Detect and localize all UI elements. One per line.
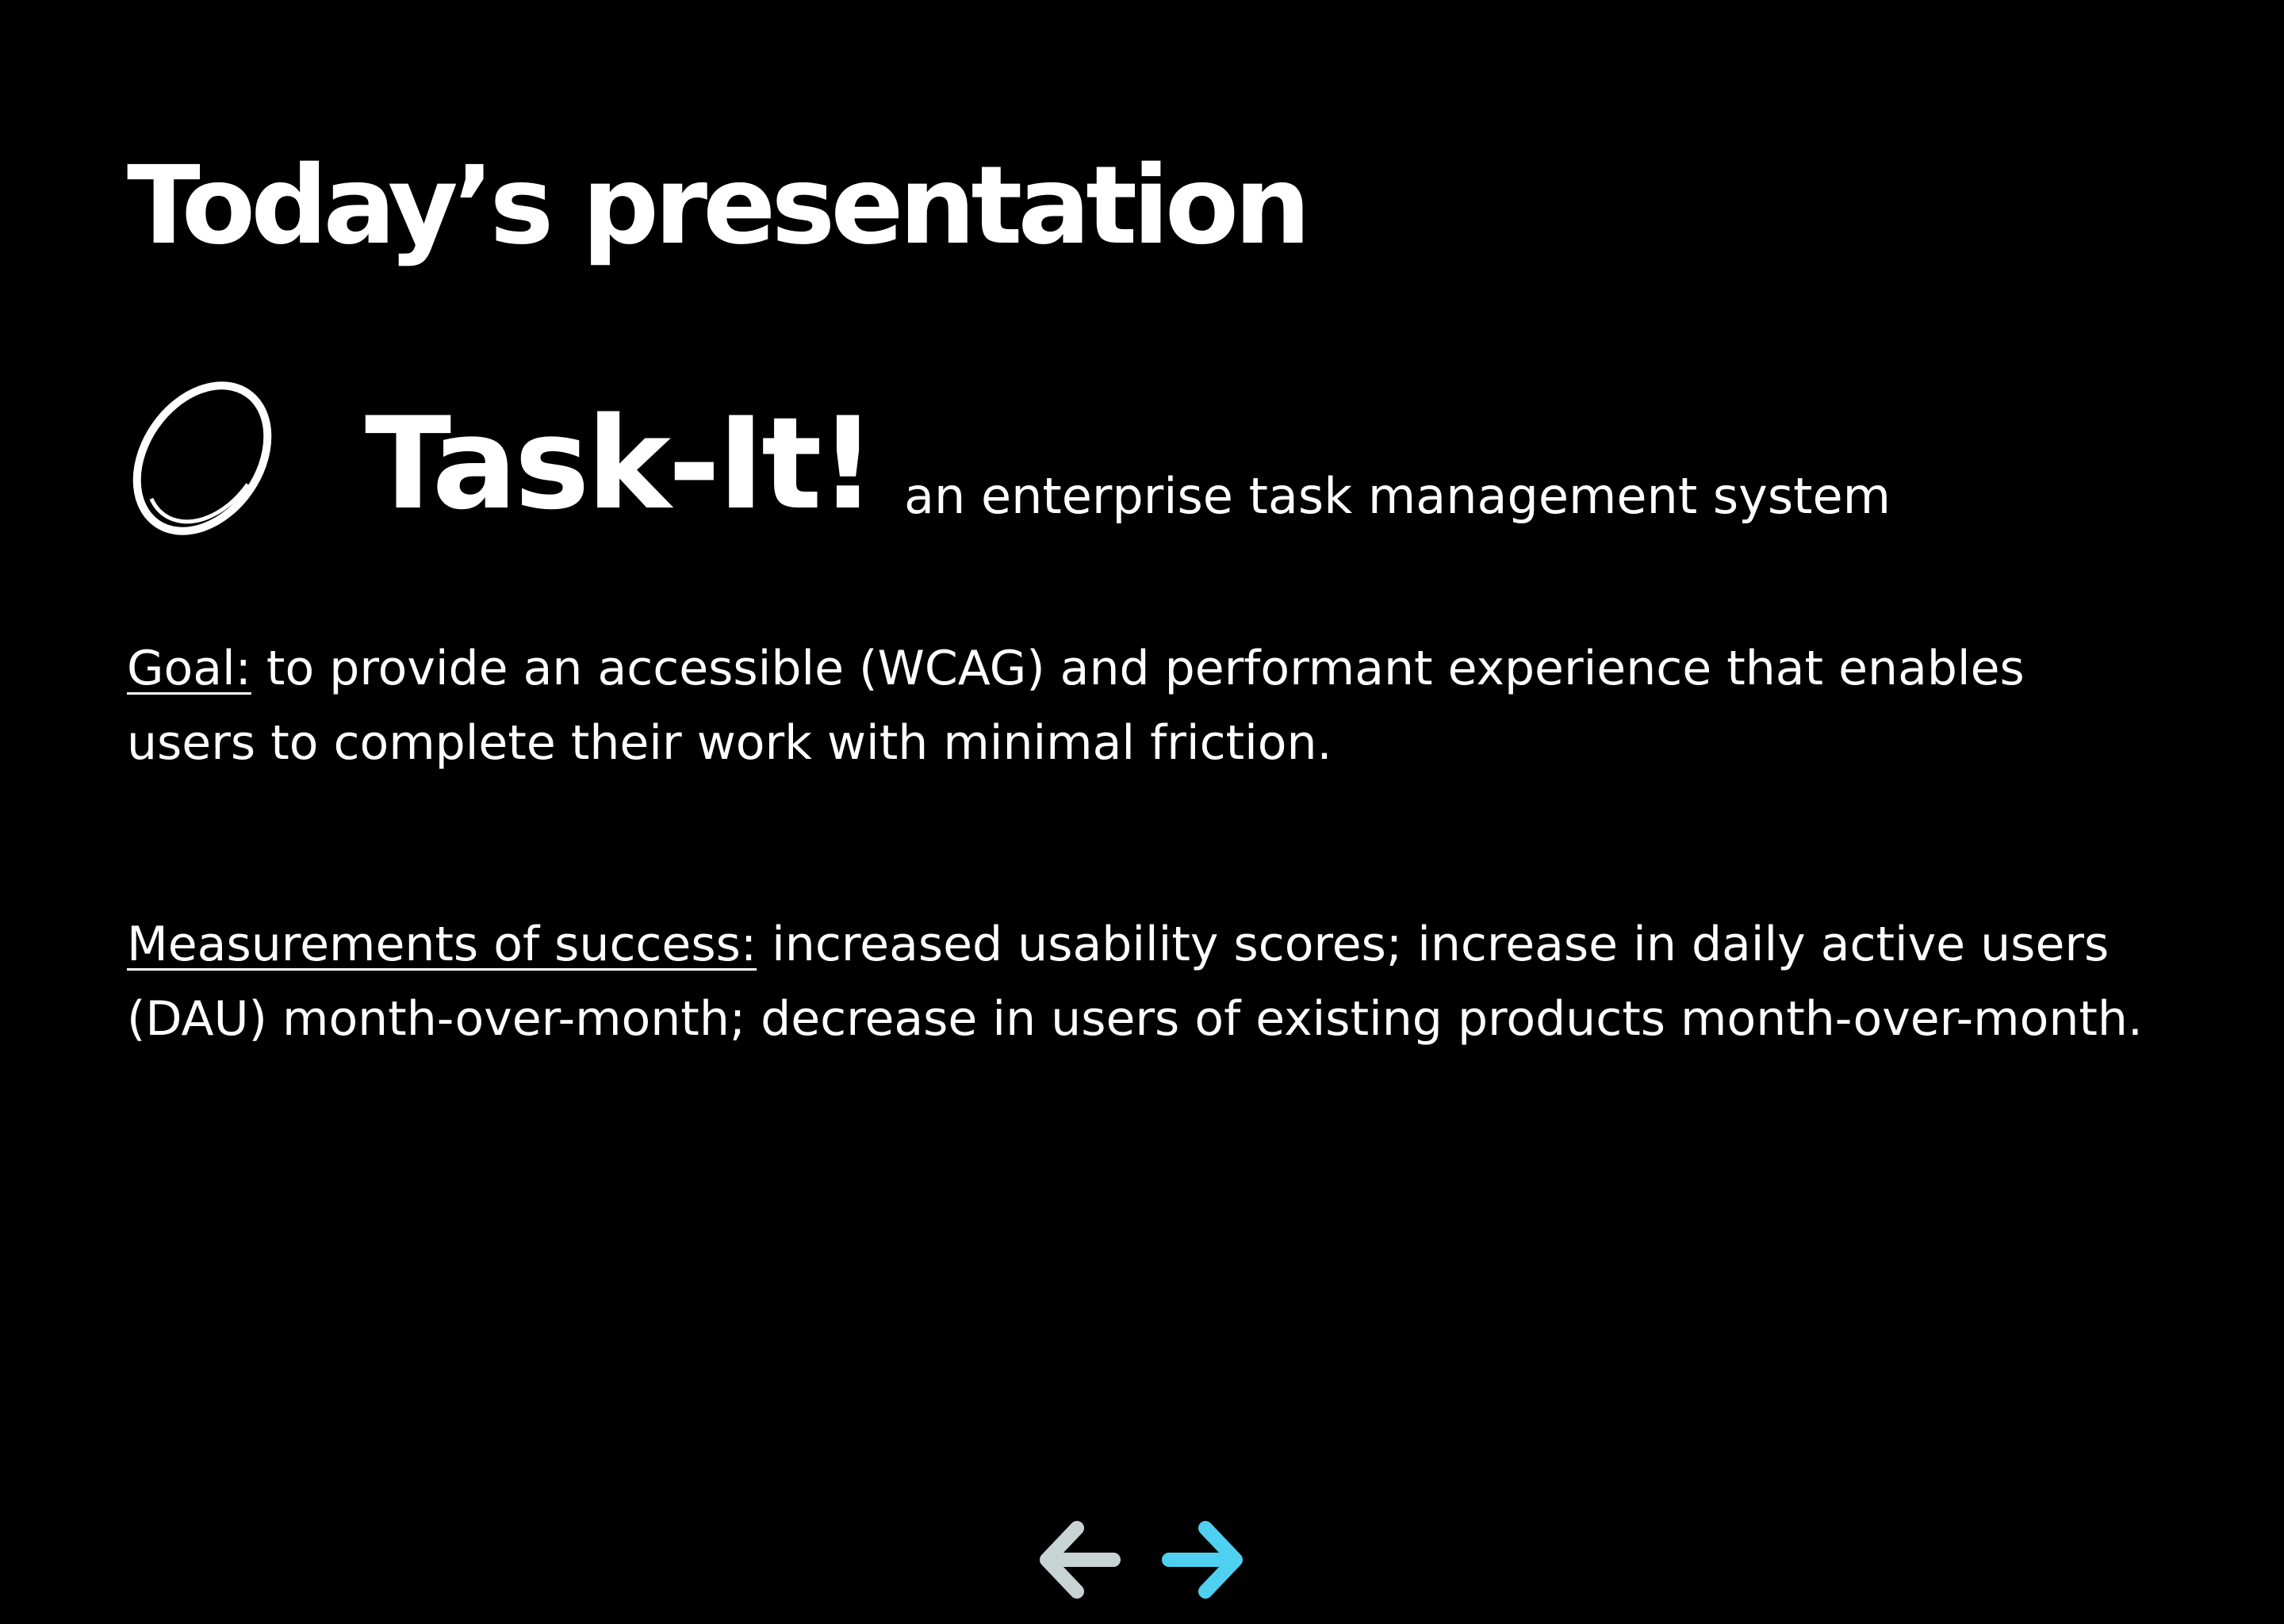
arrow-left-icon — [1040, 1521, 1121, 1599]
measurements-paragraph: Measurements of success: increased usabi… — [127, 907, 2157, 1056]
slide-navigation — [1031, 1511, 1253, 1614]
slide-title: Today’s presentation — [127, 144, 1311, 269]
product-brand: Task-It! an enterprise task management s… — [127, 373, 2189, 547]
product-name: Task-It! — [365, 389, 877, 538]
presentation-slide: Today’s presentation Task-It! an enterpr… — [0, 0, 2284, 1624]
goal-term: Goal: — [127, 641, 251, 696]
next-slide-button[interactable] — [1156, 1511, 1251, 1606]
measurements-term: Measurements of success: — [127, 917, 757, 972]
product-tagline: an enterprise task management system — [904, 467, 1891, 525]
previous-slide-button[interactable] — [1031, 1511, 1126, 1606]
task-it-logo-icon — [132, 381, 272, 535]
arrow-right-icon — [1162, 1521, 1243, 1599]
goal-text: to provide an accessible (WCAG) and perf… — [127, 641, 2025, 771]
goal-paragraph: Goal: to provide an accessible (WCAG) an… — [127, 631, 2157, 780]
